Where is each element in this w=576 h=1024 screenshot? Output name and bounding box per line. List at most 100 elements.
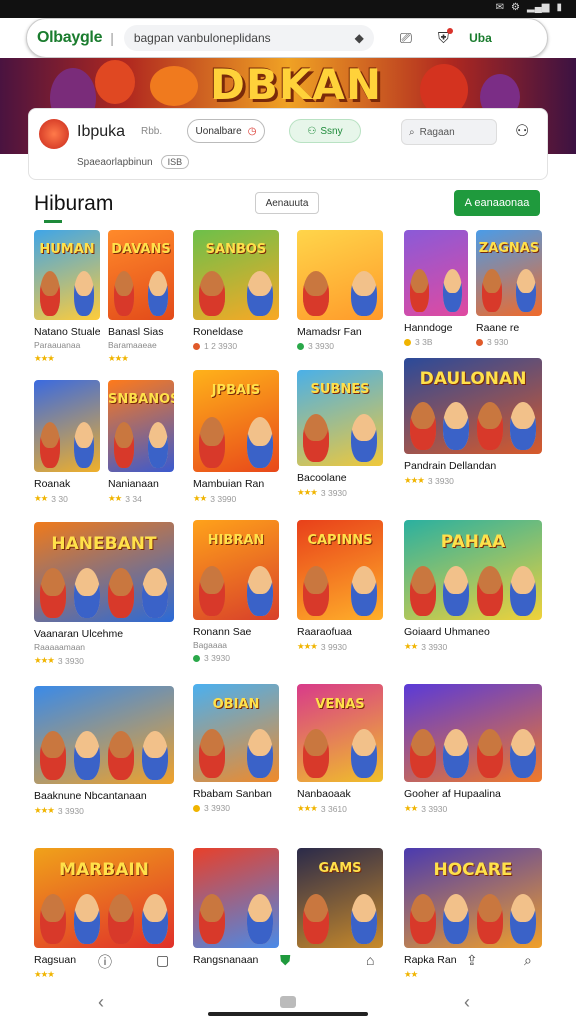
game-title[interactable]: Roanak bbox=[34, 478, 100, 490]
game-thumbnail[interactable]: HANEBANT bbox=[34, 522, 174, 622]
game-card[interactable]: OBIAN Rbabam Sanban 3 3930 bbox=[193, 684, 279, 813]
game-thumbnail[interactable]: SUBNES bbox=[297, 370, 383, 466]
browser-address-bar[interactable]: Olbaygle | bagpan vanbuloneplidans ◆ ⎚ ⛨… bbox=[26, 18, 548, 58]
game-card[interactable]: Roanak ★★ 3 30 bbox=[34, 380, 100, 504]
game-title[interactable]: Nanbaoaak bbox=[297, 788, 383, 800]
game-title[interactable]: Nanianaan bbox=[108, 478, 174, 490]
game-thumbnail[interactable]: HIBRAN bbox=[193, 520, 279, 620]
game-meta-text: 3 3930 bbox=[204, 653, 230, 663]
character-figure bbox=[74, 731, 100, 780]
character-figure bbox=[351, 414, 377, 462]
game-thumbnail[interactable] bbox=[34, 686, 174, 784]
game-card[interactable]: CAPINNS Raaraofuaa ★★★ 3 9930 bbox=[297, 520, 383, 652]
game-meta-text: 3 34 bbox=[125, 493, 142, 504]
game-thumbnail[interactable]: DAVANS bbox=[108, 230, 174, 320]
game-card[interactable]: GAMS bbox=[297, 848, 383, 948]
search-input[interactable]: ⌕ Ragaan bbox=[401, 119, 497, 145]
game-thumbnail[interactable]: DAULONAN bbox=[404, 358, 542, 454]
game-title[interactable]: Rbabam Sanban bbox=[193, 788, 279, 800]
game-meta: 3 3B bbox=[404, 337, 468, 347]
game-card[interactable]: SNBANOS Nanianaan ★★ 3 34 bbox=[108, 380, 174, 504]
game-thumbnail[interactable]: OBIAN bbox=[193, 684, 279, 782]
game-card[interactable]: Mamadsr Fan 3 3930 bbox=[297, 230, 383, 351]
game-card[interactable]: DAVANS Banasl Sias Baramaaeae ★★★ bbox=[108, 230, 174, 364]
game-card[interactable]: ZAGNAS Raane re 3 930 bbox=[476, 230, 542, 347]
game-card[interactable]: Baaknune Nbcantanaan ★★★ 3 3930 bbox=[34, 686, 174, 816]
game-card[interactable]: Hanndoge 3 3B bbox=[404, 230, 468, 347]
game-title[interactable]: Hanndoge bbox=[404, 322, 468, 334]
game-title[interactable]: Natano Stuale bbox=[34, 326, 100, 338]
game-card[interactable]: HIBRAN Ronann Sae Bagaaaa 3 3930 bbox=[193, 520, 279, 663]
gesture-bar[interactable] bbox=[208, 1012, 368, 1016]
game-title[interactable]: Mambuian Ran bbox=[193, 478, 279, 490]
bag-icon[interactable]: ⛊ bbox=[280, 952, 291, 969]
game-thumbnail[interactable]: SANBOS bbox=[193, 230, 279, 320]
character-figure bbox=[477, 729, 503, 778]
game-title[interactable]: Gooher af Hupaalina bbox=[404, 788, 542, 800]
breadcrumb-pill[interactable]: ISB bbox=[160, 155, 190, 169]
bookmark-icon[interactable]: ⎚ bbox=[400, 30, 412, 47]
game-card[interactable]: SUBNES Bacoolane ★★★ 3 3930 bbox=[297, 370, 383, 498]
live-label[interactable]: Uba bbox=[469, 31, 492, 45]
search-icon[interactable]: ⌕ bbox=[524, 952, 532, 969]
game-title[interactable]: Goiaard Uhmaneo bbox=[404, 626, 542, 638]
site-logo[interactable] bbox=[39, 119, 69, 149]
url-field[interactable]: bagpan vanbuloneplidans ◆ bbox=[123, 25, 374, 51]
game-card[interactable]: JPBAIS Mambuian Ran ★★ 3 3990 bbox=[193, 370, 279, 504]
filter-button[interactable]: Aenauuta bbox=[255, 192, 319, 214]
location-icon[interactable]: ◆ bbox=[355, 31, 364, 45]
game-meta: 1 2 3930 bbox=[193, 341, 279, 351]
game-title[interactable]: Baaknune Nbcantanaan bbox=[34, 790, 174, 802]
battery-icon: ▮ bbox=[556, 2, 562, 13]
game-card[interactable]: VENAS Nanbaoaak ★★★ 3 3610 bbox=[297, 684, 383, 814]
game-card[interactable]: Rangsnanaan bbox=[193, 848, 279, 966]
game-thumbnail[interactable] bbox=[297, 230, 383, 320]
game-title[interactable]: Pandrain Dellandan bbox=[404, 460, 542, 472]
back-icon[interactable]: ‹ bbox=[98, 992, 104, 1013]
game-thumbnail[interactable]: ZAGNAS bbox=[476, 230, 542, 316]
game-title[interactable]: Bacoolane bbox=[297, 472, 383, 484]
category-dropdown[interactable]: Uonalbare ◷ bbox=[187, 119, 265, 143]
game-title[interactable]: Raane re bbox=[476, 322, 542, 334]
game-thumbnail[interactable]: JPBAIS bbox=[193, 370, 279, 472]
game-title[interactable]: Vaanaran Ulcehme bbox=[34, 628, 174, 640]
game-card[interactable]: Gooher af Hupaalina ★★ 3 3930 bbox=[404, 684, 542, 814]
game-title[interactable]: Raaraofuaa bbox=[297, 626, 383, 638]
game-card[interactable]: HUMAN Natano Stuale Paraauanaa ★★★ bbox=[34, 230, 100, 364]
game-thumbnail[interactable]: VENAS bbox=[297, 684, 383, 782]
game-thumbnail[interactable]: HOCARE bbox=[404, 848, 542, 948]
game-thumbnail[interactable] bbox=[193, 848, 279, 948]
breadcrumb-text[interactable]: Spaeaorlapbinun bbox=[77, 157, 153, 168]
game-title[interactable]: Roneldase bbox=[193, 326, 279, 338]
game-card[interactable]: SANBOS Roneldase 1 2 3930 bbox=[193, 230, 279, 351]
info-icon[interactable]: ⓘ bbox=[98, 952, 112, 972]
home-button-icon[interactable] bbox=[280, 996, 296, 1008]
game-thumbnail[interactable]: SNBANOS bbox=[108, 380, 174, 472]
cta-button[interactable]: A eanaaonaa bbox=[454, 190, 540, 216]
character-figure bbox=[199, 729, 225, 778]
game-card[interactable]: DAULONAN Pandrain Dellandan ★★★ 3 3930 bbox=[404, 358, 542, 486]
section-title: Hiburam bbox=[34, 192, 114, 215]
game-thumbnail[interactable] bbox=[34, 380, 100, 472]
game-thumbnail[interactable]: GAMS bbox=[297, 848, 383, 948]
game-card[interactable]: PAHAA Goiaard Uhmaneo ★★ 3 3930 bbox=[404, 520, 542, 652]
game-thumbnail[interactable]: MARBAIN bbox=[34, 848, 174, 948]
game-title[interactable]: Mamadsr Fan bbox=[297, 326, 383, 338]
game-thumbnail[interactable]: HUMAN bbox=[34, 230, 100, 320]
game-thumbnail[interactable]: CAPINNS bbox=[297, 520, 383, 620]
chat-icon[interactable]: ▢ bbox=[156, 952, 169, 969]
game-title[interactable]: Banasl Sias bbox=[108, 326, 174, 338]
site-name[interactable]: Ibpuka bbox=[77, 123, 125, 141]
account-icon[interactable]: ⚇ bbox=[515, 121, 529, 141]
home-icon[interactable]: ⌂ bbox=[366, 952, 374, 968]
game-thumbnail[interactable] bbox=[404, 230, 468, 316]
game-thumbnail[interactable]: PAHAA bbox=[404, 520, 542, 620]
game-title[interactable]: Ronann Sae bbox=[193, 626, 279, 638]
game-thumbnail[interactable] bbox=[404, 684, 542, 782]
recent-apps-icon[interactable]: ‹ bbox=[464, 992, 470, 1013]
game-meta: 3 3930 bbox=[297, 341, 383, 351]
game-card[interactable]: HANEBANT Vaanaran Ulcehme Raaaaamaan ★★★ 3 3… bbox=[34, 522, 174, 666]
alert-icon[interactable]: ⛨ bbox=[438, 27, 454, 47]
primary-pill-button[interactable]: ⚇ Ssny bbox=[289, 119, 361, 143]
share-icon[interactable]: ⇪ bbox=[466, 952, 478, 969]
